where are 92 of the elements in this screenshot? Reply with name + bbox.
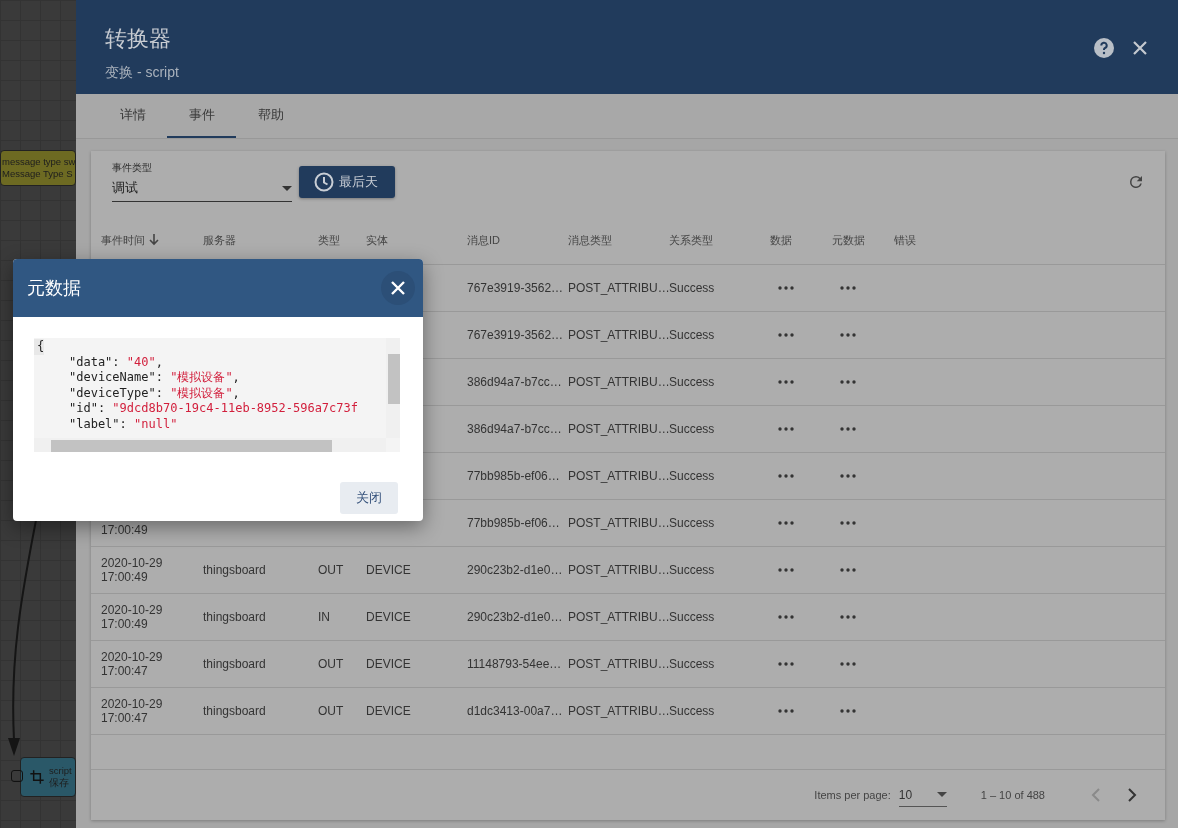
table-cell: OUT	[318, 704, 344, 718]
table-cell: POST_ATTRIBU…	[568, 610, 670, 624]
event-type-select[interactable]: 事件类型 调试	[112, 161, 292, 202]
close-dialog-button[interactable]: 关闭	[340, 482, 398, 514]
code-line: "data": "40",	[68, 354, 163, 370]
caret-icon[interactable]	[936, 792, 947, 797]
table-cell: Success	[669, 563, 715, 577]
close-button[interactable]	[381, 271, 415, 305]
column-header[interactable]: 服务器	[203, 232, 236, 248]
table-cell: POST_ATTRIBU…	[568, 422, 670, 436]
page-size-select[interactable]: 10	[898, 783, 947, 807]
table-cell: Success	[669, 516, 715, 530]
help-icon[interactable]	[1094, 38, 1114, 58]
table-cell: 77bb985b-ef06…	[467, 469, 560, 483]
code-editor[interactable]: { "data": "40", "deviceName": "模拟设备", "deviceType": "模拟设备", "id": "9dcd8b70-19c4-11eb-8952-596a7c73f "label": "null"	[34, 338, 400, 452]
tab[interactable]: 帮助	[236, 94, 305, 138]
table-cell: Success	[669, 422, 715, 436]
table-cell: POST_ATTRIBU…	[568, 328, 670, 342]
table-cell: 290c23b2-d1e0…	[467, 563, 563, 577]
table-cell: 386d94a7-b7cc…	[467, 375, 562, 389]
horizontal-scrollbar[interactable]	[34, 438, 386, 452]
table-cell: thingsboard	[203, 704, 266, 718]
column-header[interactable]: 实体	[366, 232, 388, 248]
page-range: 1 – 10 of 488	[980, 789, 1045, 801]
column-header[interactable]: 错误	[894, 232, 916, 248]
sort-arrow-icon[interactable]	[149, 234, 159, 246]
table-cell: d1dc3413-00a7…	[467, 704, 563, 718]
table-cell: 767e3919-3562…	[467, 328, 564, 342]
table-cell: 290c23b2-d1e0…	[467, 610, 563, 624]
tab[interactable]: 事件	[167, 94, 236, 138]
table-cell: POST_ATTRIBU…	[568, 516, 670, 530]
code-line: "deviceName": "模拟设备",	[68, 370, 240, 386]
node-label: message type sw	[2, 156, 75, 168]
node-label: Message Type S	[2, 168, 74, 180]
table-cell: Success	[669, 657, 715, 671]
close-icon[interactable]	[1132, 40, 1148, 56]
table-cell: OUT	[318, 657, 344, 671]
panel-subtitle: 变换 - script	[105, 64, 179, 82]
column-header[interactable]: 消息类型	[568, 232, 612, 248]
table-cell: POST_ATTRIBU…	[568, 469, 670, 483]
table-cell: POST_ATTRIBU…	[568, 281, 670, 295]
table-cell: thingsboard	[203, 610, 266, 624]
panel-title: 转换器	[105, 25, 172, 53]
table-cell: 11148793-54ee…	[467, 657, 562, 671]
refresh-button[interactable]	[1127, 173, 1145, 191]
code-line: "deviceType": "模拟设备",	[68, 385, 240, 401]
table-cell: OUT	[318, 563, 344, 577]
table-cell: Success	[669, 375, 715, 389]
column-header[interactable]: 消息ID	[467, 232, 500, 248]
table-cell: DEVICE	[366, 704, 411, 718]
chevron-right-icon[interactable]	[1127, 787, 1137, 803]
table-cell: Success	[669, 328, 715, 342]
event-time: 2020-10-29 17:00:47	[101, 697, 164, 725]
table-cell: Success	[669, 704, 715, 718]
event-time: 2020-10-29 17:00:49	[101, 556, 164, 584]
table-cell: DEVICE	[366, 657, 411, 671]
table-cell: Success	[669, 281, 715, 295]
event-time: 2020-10-29 17:00:49	[101, 603, 164, 631]
table-cell: DEVICE	[366, 610, 411, 624]
node-port[interactable]	[11, 770, 23, 782]
node-label: 保存	[49, 777, 70, 789]
column-header[interactable]: 元数据	[832, 232, 865, 248]
table-cell: DEVICE	[366, 563, 411, 577]
time-range-button[interactable]: 最后天	[299, 166, 395, 198]
caret-icon[interactable]	[282, 185, 292, 191]
vertical-scrollbar[interactable]	[386, 338, 400, 438]
table-cell: IN	[318, 610, 330, 624]
page-size-label: Items per page:	[814, 789, 891, 801]
dialog-title: 元数据	[27, 277, 81, 300]
column-header[interactable]: 数据	[770, 232, 792, 248]
column-header[interactable]: 类型	[318, 232, 340, 248]
code-line: "id": "9dcd8b70-19c4-11eb-8952-596a7c73f	[68, 401, 358, 417]
table-cell: POST_ATTRIBU…	[568, 657, 670, 671]
column-header[interactable]: 事件时间	[101, 232, 145, 248]
table-cell: POST_ATTRIBU…	[568, 563, 670, 577]
table-cell: Success	[669, 469, 715, 483]
table-cell: thingsboard	[203, 657, 266, 671]
clock-icon	[314, 172, 334, 192]
table-cell: 386d94a7-b7cc…	[467, 422, 562, 436]
tab[interactable]: 详情	[98, 94, 167, 138]
event-time: 17:00:49	[101, 523, 149, 537]
table-cell: thingsboard	[203, 563, 266, 577]
table-cell: POST_ATTRIBU…	[568, 375, 670, 389]
code-line: "label": "null"	[68, 416, 178, 432]
table-cell: 767e3919-3562…	[467, 281, 564, 295]
crop-icon	[29, 769, 45, 785]
table-cell: 77bb985b-ef06…	[467, 516, 560, 530]
table-cell: POST_ATTRIBU…	[568, 704, 670, 718]
table-cell: Success	[669, 610, 715, 624]
column-header[interactable]: 关系类型	[669, 232, 713, 248]
node-label: script	[49, 765, 72, 777]
event-time: 2020-10-29 17:00:47	[101, 650, 164, 678]
